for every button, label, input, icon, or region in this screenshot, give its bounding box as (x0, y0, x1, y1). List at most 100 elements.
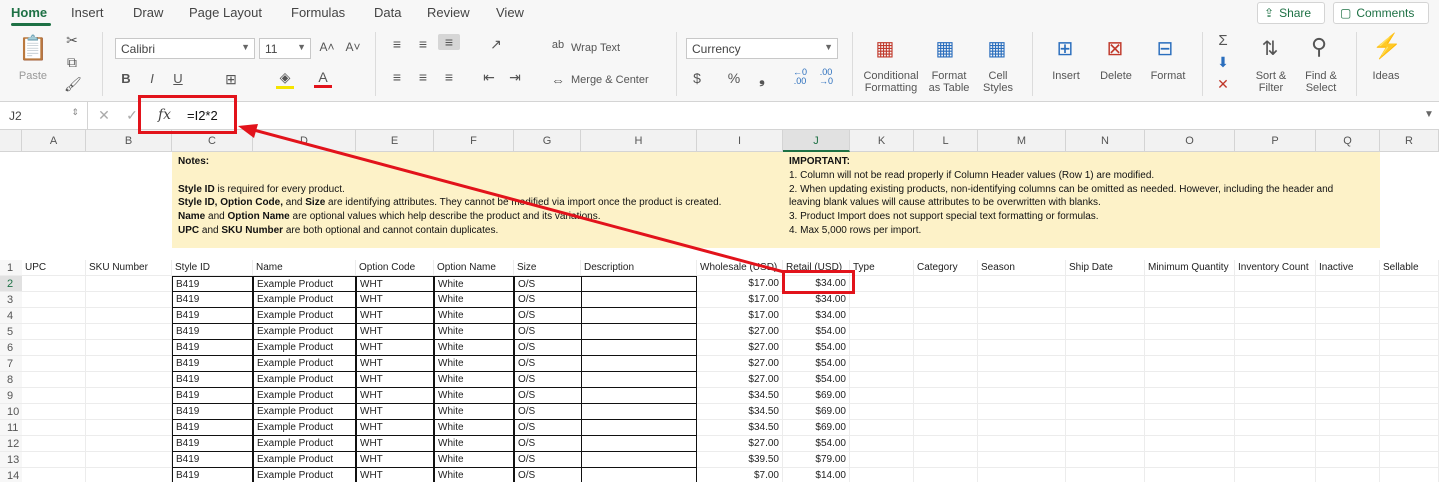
table-cell[interactable]: Example Product (253, 388, 356, 404)
row-header-1[interactable]: 1 (0, 260, 22, 276)
table-cell[interactable] (86, 324, 172, 340)
table-cell[interactable] (22, 356, 86, 372)
retail-cell[interactable]: $54.00 (783, 356, 850, 372)
column-header-e[interactable]: E (356, 130, 434, 152)
header-cell[interactable]: Description (581, 260, 697, 276)
row-header-13[interactable]: 13 (0, 452, 22, 468)
table-cell[interactable]: White (434, 372, 514, 388)
wholesale-cell[interactable]: $27.00 (697, 436, 783, 452)
table-cell[interactable]: Example Product (253, 308, 356, 324)
table-cell[interactable]: Example Product (253, 452, 356, 468)
wrap-text-button[interactable]: Wrap Text (571, 42, 637, 54)
table-cell[interactable] (914, 324, 978, 340)
column-header-n[interactable]: N (1066, 130, 1145, 152)
table-cell[interactable] (1066, 404, 1145, 420)
table-cell[interactable] (1145, 324, 1235, 340)
header-cell[interactable]: Option Name (434, 260, 514, 276)
table-cell[interactable] (1380, 308, 1439, 324)
table-cell[interactable] (1380, 292, 1439, 308)
row-header-4[interactable]: 4 (0, 308, 22, 324)
table-cell[interactable]: WHT (356, 420, 434, 436)
table-cell[interactable] (86, 404, 172, 420)
table-cell[interactable] (1235, 308, 1316, 324)
format-as-table-button[interactable]: Format as Table (924, 70, 974, 94)
table-cell[interactable] (1066, 420, 1145, 436)
retail-cell[interactable]: $54.00 (783, 372, 850, 388)
description-cell[interactable] (581, 436, 697, 452)
delete-cells-icon[interactable]: ⊠ (1100, 36, 1130, 61)
table-cell[interactable] (1235, 324, 1316, 340)
table-cell[interactable] (850, 356, 914, 372)
table-cell[interactable] (1066, 324, 1145, 340)
column-header-j[interactable]: J (783, 130, 850, 152)
table-cell[interactable] (978, 292, 1066, 308)
merge-center-button[interactable]: Merge & Center (571, 74, 663, 86)
table-cell[interactable] (1235, 420, 1316, 436)
decrease-font-icon[interactable]: A˅ (344, 40, 362, 54)
column-header-p[interactable]: P (1235, 130, 1316, 152)
table-cell[interactable]: O/S (514, 324, 581, 340)
header-cell[interactable]: Inactive (1316, 260, 1380, 276)
table-cell[interactable]: B419 (172, 372, 253, 388)
increase-indent-icon[interactable]: ⇥ (506, 69, 524, 86)
bold-icon[interactable]: B (118, 71, 134, 86)
increase-font-icon[interactable]: A˄ (318, 40, 336, 54)
header-cell[interactable]: Name (253, 260, 356, 276)
table-cell[interactable] (1066, 468, 1145, 482)
sort-filter-icon[interactable]: ⇅ (1256, 36, 1284, 61)
table-cell[interactable]: B419 (172, 468, 253, 482)
table-cell[interactable] (86, 436, 172, 452)
table-cell[interactable]: B419 (172, 436, 253, 452)
table-cell[interactable] (914, 308, 978, 324)
table-cell[interactable] (22, 292, 86, 308)
table-cell[interactable] (1316, 276, 1380, 292)
table-cell[interactable] (914, 388, 978, 404)
table-cell[interactable]: WHT (356, 372, 434, 388)
table-cell[interactable] (1145, 308, 1235, 324)
table-cell[interactable] (914, 436, 978, 452)
find-select-button[interactable]: Find & Select (1300, 70, 1342, 94)
italic-icon[interactable]: I (144, 71, 160, 86)
column-header-d[interactable]: D (253, 130, 356, 152)
cut-icon[interactable]: ✂ (64, 32, 80, 49)
table-cell[interactable]: O/S (514, 292, 581, 308)
table-cell[interactable]: WHT (356, 388, 434, 404)
conditional-formatting-button[interactable]: Conditional Formatting (858, 70, 924, 94)
select-all-corner[interactable] (0, 130, 22, 152)
table-cell[interactable] (86, 276, 172, 292)
autosum-icon[interactable]: Σ (1214, 32, 1232, 49)
retail-cell[interactable]: $69.00 (783, 420, 850, 436)
table-cell[interactable] (1380, 324, 1439, 340)
table-cell[interactable] (1066, 372, 1145, 388)
copy-icon[interactable]: ⧉ (64, 54, 80, 71)
align-top-icon[interactable]: ≡ (388, 36, 406, 52)
table-cell[interactable] (1316, 468, 1380, 482)
table-cell[interactable]: Example Product (253, 436, 356, 452)
table-cell[interactable]: O/S (514, 356, 581, 372)
table-cell[interactable] (22, 308, 86, 324)
table-cell[interactable] (978, 324, 1066, 340)
table-cell[interactable] (22, 324, 86, 340)
table-cell[interactable] (1066, 452, 1145, 468)
table-cell[interactable]: White (434, 468, 514, 482)
table-cell[interactable] (850, 468, 914, 482)
table-cell[interactable] (978, 468, 1066, 482)
header-cell[interactable]: Minimum Quantity (1145, 260, 1235, 276)
column-header-g[interactable]: G (514, 130, 581, 152)
table-cell[interactable] (914, 292, 978, 308)
table-cell[interactable] (1316, 420, 1380, 436)
table-cell[interactable] (850, 372, 914, 388)
table-cell[interactable] (1235, 356, 1316, 372)
font-name-dropdown[interactable]: Calibri ▼ (115, 38, 255, 59)
table-cell[interactable]: Example Product (253, 404, 356, 420)
table-cell[interactable] (1145, 372, 1235, 388)
table-cell[interactable]: O/S (514, 404, 581, 420)
align-left-icon[interactable]: ≡ (388, 69, 406, 85)
header-cell[interactable]: Option Code (356, 260, 434, 276)
table-cell[interactable] (86, 308, 172, 324)
align-center-icon[interactable]: ≡ (414, 69, 432, 85)
accounting-format-icon[interactable]: $ (690, 70, 704, 86)
format-painter-icon[interactable]: 🖌 (64, 76, 82, 93)
wholesale-cell[interactable]: $17.00 (697, 276, 783, 292)
table-cell[interactable] (1145, 468, 1235, 482)
